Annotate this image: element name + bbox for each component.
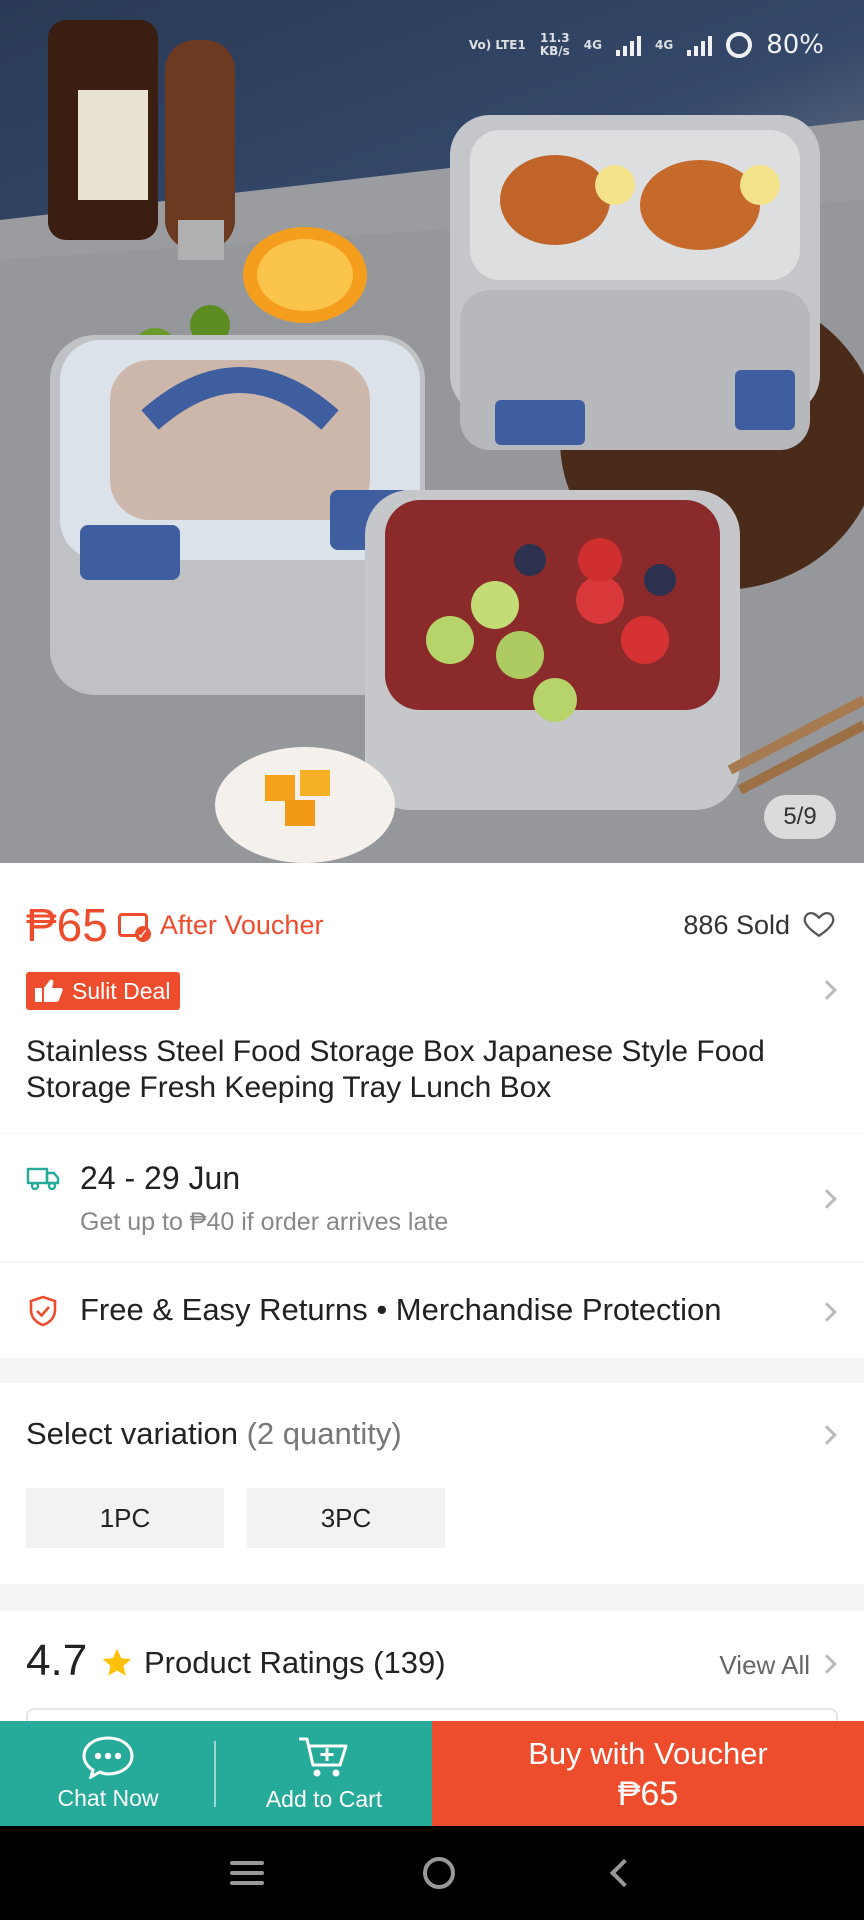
signal-1-label: 4G — [583, 37, 602, 52]
battery-ring-icon — [726, 32, 753, 58]
thumbs-up-icon — [35, 979, 63, 1002]
product-image[interactable]: Vo) LTE1 11.3 KB/s 4G 4G 80% 5/9 — [0, 0, 864, 863]
add-to-cart-label: Add to Cart — [265, 1786, 383, 1812]
speed-unit: KB/s — [539, 44, 570, 58]
back-chevron-icon[interactable] — [610, 1858, 639, 1888]
sold-count: 886 Sold — [683, 910, 790, 940]
variation-label: Select variation — [26, 1416, 238, 1451]
home-circle-icon[interactable] — [422, 1857, 455, 1889]
rating-score: 4.7 — [26, 1636, 88, 1685]
price-row: ₱65 After Voucher — [26, 898, 323, 952]
after-voucher-label: After Voucher — [159, 909, 324, 940]
chat-bubble-icon — [82, 1736, 134, 1779]
status-bar: Vo) LTE1 11.3 KB/s 4G 4G 80% — [469, 30, 824, 60]
signal-1-icon — [616, 34, 641, 56]
bottom-action-bar: Chat Now Add to Cart Buy with Voucher ₱6… — [0, 1721, 864, 1826]
network-label: Vo) LTE1 — [468, 37, 526, 52]
image-counter: 5/9 — [764, 795, 836, 839]
variation-option-1pc[interactable]: 1PC — [26, 1488, 224, 1548]
heart-icon[interactable] — [802, 906, 836, 940]
menu-icon[interactable] — [229, 1861, 264, 1885]
voucher-icon — [117, 913, 151, 942]
network-speed: 11.3 KB/s — [540, 32, 570, 58]
chat-now-label: Chat Now — [57, 1785, 159, 1811]
variation-quantity: (2 quantity) — [246, 1416, 402, 1451]
cart-plus-icon — [299, 1737, 348, 1777]
battery-percent: 80% — [766, 30, 824, 60]
system-navigation-bar — [0, 1826, 864, 1920]
signal-2-icon — [687, 34, 713, 56]
buy-with-voucher-label: Buy with Voucher — [528, 1735, 768, 1771]
late-guarantee-text: Get up to ₱40 if order arrives late — [80, 1208, 449, 1236]
variation-option-3pc[interactable]: 3PC — [247, 1488, 445, 1548]
buy-price: ₱65 — [617, 1774, 679, 1813]
secondary-actions: Chat Now Add to Cart — [0, 1721, 432, 1826]
sulit-deal-label: Sulit Deal — [72, 977, 171, 1004]
product-photo-illustration — [0, 20, 864, 863]
star-icon — [102, 1648, 132, 1676]
review-card-edge — [26, 1708, 838, 1722]
returns-text: Free & Easy Returns • Merchandise Protec… — [80, 1292, 722, 1327]
shipping-date: 24 - 29 Jun — [80, 1160, 241, 1196]
price-value: ₱65 — [26, 899, 108, 951]
shipping-row[interactable] — [0, 1134, 864, 1261]
ratings-label: Product Ratings (139) — [144, 1645, 446, 1680]
add-to-cart-button[interactable]: Add to Cart — [216, 1721, 432, 1826]
action-divider — [214, 1741, 216, 1807]
view-all-link[interactable]: View All — [719, 1650, 810, 1681]
sulit-deal-badge[interactable]: Sulit Deal — [26, 972, 181, 1010]
shield-check-icon — [29, 1295, 57, 1327]
variation-title[interactable]: Select variation (2 quantity) — [26, 1416, 402, 1452]
truck-icon — [26, 1167, 60, 1191]
signal-2-label: 4G — [655, 37, 674, 52]
chat-now-button[interactable]: Chat Now — [0, 1721, 216, 1826]
variation-section — [0, 1383, 864, 1584]
buy-with-voucher-button[interactable]: Buy with Voucher ₱65 — [432, 1721, 864, 1826]
product-title: Stainless Steel Food Storage Box Japanes… — [26, 1035, 765, 1104]
